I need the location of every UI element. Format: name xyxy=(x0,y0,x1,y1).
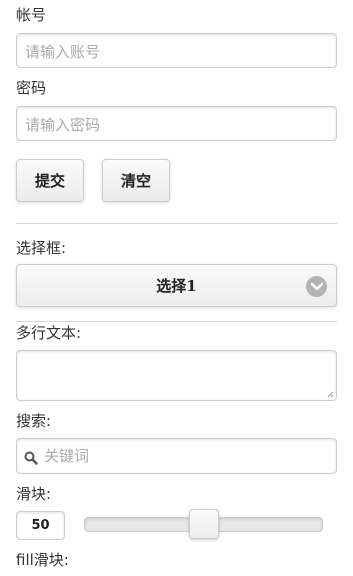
divider xyxy=(16,321,337,322)
multiline-textarea[interactable] xyxy=(17,351,336,398)
clear-button[interactable]: 清空 xyxy=(102,159,170,202)
search-input[interactable] xyxy=(17,439,336,473)
password-label: 密码 xyxy=(16,79,47,97)
fill-slider-label: fill滑块: xyxy=(16,551,69,569)
password-input[interactable] xyxy=(17,107,336,142)
submit-button[interactable]: 提交 xyxy=(16,159,84,202)
chevron-down-icon xyxy=(306,276,327,297)
select-label: 选择框: xyxy=(16,239,67,257)
slider-value-input[interactable]: 50 xyxy=(16,511,65,540)
textarea-label: 多行文本: xyxy=(16,324,82,342)
select-value: 选择1 xyxy=(156,277,197,295)
slider-handle[interactable] xyxy=(188,509,219,539)
search-icon xyxy=(24,450,38,469)
account-input[interactable] xyxy=(17,34,336,69)
resize-handle-icon[interactable] xyxy=(327,391,334,398)
select-dropdown[interactable]: 选择1 xyxy=(16,264,337,307)
search-label: 搜索: xyxy=(16,412,52,430)
slider-label: 滑块: xyxy=(16,485,52,503)
password-field-wrap xyxy=(16,106,337,142)
account-field-wrap xyxy=(16,33,337,69)
account-label: 帐号 xyxy=(16,6,47,24)
divider xyxy=(16,223,337,224)
textarea-wrap xyxy=(16,350,337,401)
search-field-wrap xyxy=(16,438,337,474)
